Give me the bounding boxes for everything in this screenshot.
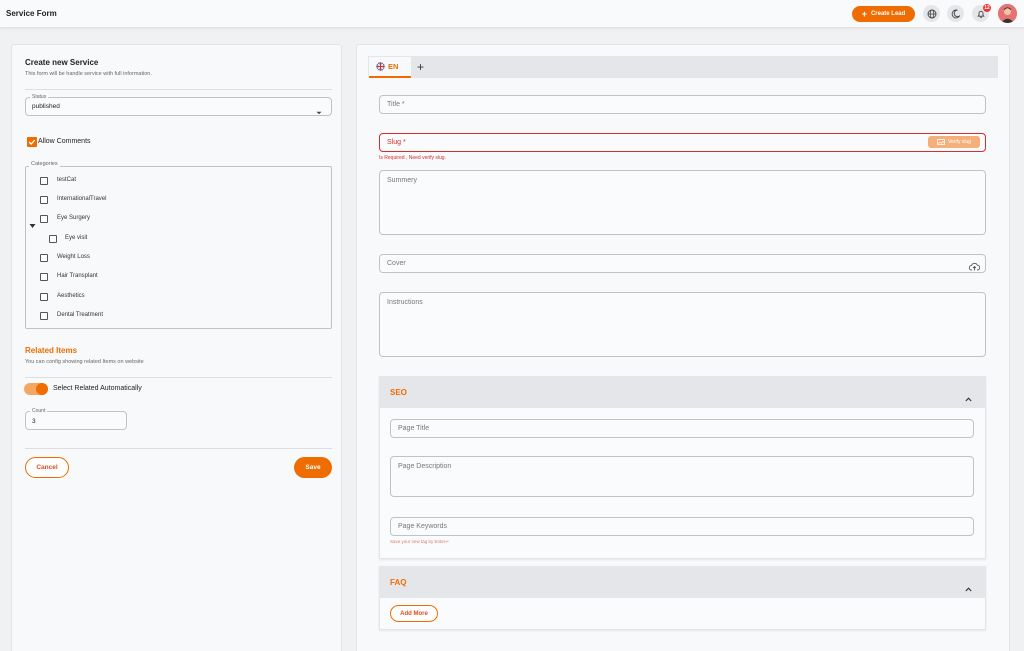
add-language-tab-button[interactable]: + [417, 60, 424, 74]
faq-title: FAQ [390, 578, 407, 587]
chevron-down-icon [316, 103, 322, 121]
instructions-textarea[interactable] [379, 292, 986, 357]
faq-section-header[interactable] [379, 566, 986, 598]
slug-placeholder: Slug * [387, 139, 406, 146]
title-placeholder: Title * [387, 101, 405, 108]
tab-en[interactable]: EN [369, 57, 411, 78]
instructions-placeholder: Instructions [387, 299, 423, 306]
check-icon [28, 139, 36, 145]
app-title: Service Form [6, 9, 57, 18]
divider [25, 377, 332, 378]
keywords-hint: Save your new tag by Enter↵ [390, 539, 450, 544]
category-label: Eye Surgery [57, 215, 91, 221]
language-tabs [368, 56, 998, 78]
verify-slug-button[interactable]: Verify slug [928, 136, 980, 148]
triangle-down-icon[interactable] [29, 216, 36, 234]
count-value: 3 [32, 418, 36, 425]
status-label: Status [30, 94, 49, 100]
language-button[interactable] [923, 5, 940, 22]
notification-badge: 12 [983, 4, 991, 12]
category-checkbox-eye-visit[interactable] [49, 235, 57, 243]
slug-input[interactable] [379, 133, 986, 152]
related-items-title: Related Items [25, 346, 78, 355]
page-keywords-input[interactable] [390, 517, 974, 536]
cancel-button[interactable]: Cancel [25, 457, 69, 478]
category-checkbox-weight-loss[interactable] [40, 254, 48, 262]
avatar[interactable] [998, 4, 1017, 23]
add-more-button[interactable]: Add More [390, 605, 438, 622]
status-select[interactable] [25, 97, 332, 116]
save-button[interactable]: Save [294, 457, 332, 478]
category-checkbox-hair-transplant[interactable] [40, 273, 48, 281]
page-description-placeholder: Page Description [398, 463, 452, 470]
category-label: testCat [57, 177, 77, 183]
summery-textarea[interactable] [379, 170, 986, 235]
uk-flag-icon [376, 62, 385, 71]
form-title: Create new Service [25, 58, 99, 67]
page-keywords-placeholder: Page Keywords [398, 523, 448, 530]
chevron-up-icon[interactable] [965, 579, 972, 597]
category-checkbox-aesthetics[interactable] [40, 293, 48, 301]
toggle-knob [36, 383, 48, 395]
theme-toggle-button[interactable] [947, 5, 964, 22]
select-related-label: Select Related Automatically [53, 385, 142, 392]
page-description-textarea[interactable] [390, 456, 974, 497]
category-checkbox-eye-surgery[interactable] [40, 215, 48, 223]
create-lead-label: Create Lead [870, 11, 906, 17]
category-label: Weight Loss [57, 254, 90, 260]
related-items-subtitle: You can config showing related Items on … [25, 359, 144, 365]
tab-en-label: EN [388, 62, 399, 71]
globe-icon [927, 9, 936, 18]
category-checkbox-testcat[interactable] [40, 177, 48, 185]
title-input[interactable] [379, 95, 986, 114]
category-label: Hair Transplant [57, 273, 98, 279]
category-label: Dental Treatment [57, 312, 104, 318]
plus-icon: + [417, 60, 425, 74]
category-checkbox-dental-treatment[interactable] [40, 312, 48, 320]
count-label: Count [30, 408, 48, 414]
page-title-input[interactable] [390, 419, 974, 438]
moon-icon [951, 9, 960, 18]
cover-input[interactable] [379, 254, 986, 273]
category-label: Eye visit [65, 235, 88, 241]
cloud-upload-icon[interactable] [968, 258, 981, 276]
divider [25, 89, 332, 90]
categories-label: Categories [29, 161, 60, 167]
image-icon [937, 139, 945, 145]
divider [25, 448, 332, 449]
chevron-up-icon[interactable] [965, 389, 972, 407]
cover-placeholder: Cover [387, 260, 406, 267]
summery-placeholder: Summery [387, 177, 417, 184]
categories-tree [25, 166, 332, 329]
slug-error-message: Is Required , Need verify slug. [379, 155, 446, 161]
allow-comments-checkbox[interactable] [27, 137, 37, 147]
plus-icon: + [861, 8, 867, 19]
category-label: InternationalTravel [57, 196, 107, 202]
category-label: Aesthetics [57, 293, 85, 299]
seo-title: SEO [390, 388, 407, 397]
create-lead-button[interactable]: + Create Lead [852, 6, 915, 22]
page-title-placeholder: Page Title [398, 425, 430, 432]
verify-slug-label: Verify slug [947, 139, 972, 145]
category-checkbox-internationaltravel[interactable] [40, 196, 48, 204]
user-avatar-image [998, 4, 1017, 23]
form-subtitle: This form will be handle service with fu… [25, 71, 152, 77]
seo-section-header[interactable] [379, 376, 986, 408]
allow-comments-label: Allow Comments [38, 138, 91, 145]
status-value: published [32, 103, 60, 110]
